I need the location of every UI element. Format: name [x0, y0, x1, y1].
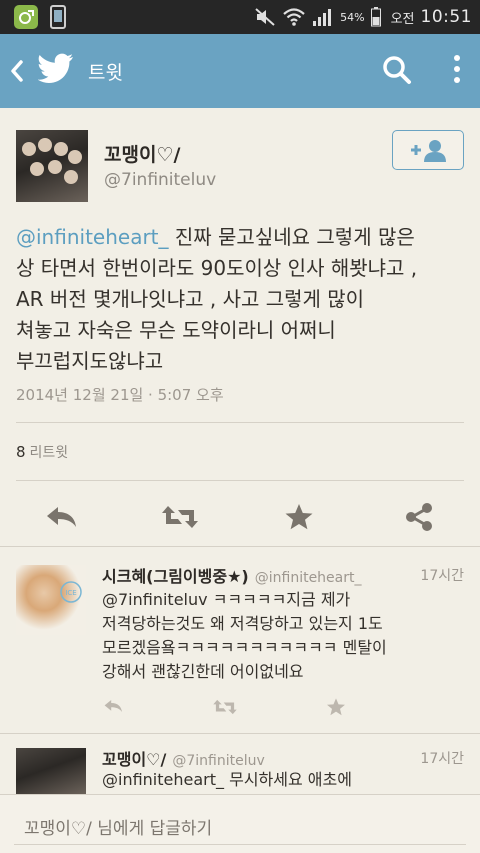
- reply-author-name[interactable]: 꼬맹이♡/: [102, 750, 166, 769]
- reply-icon[interactable]: [102, 697, 124, 715]
- retweet-icon[interactable]: [160, 502, 200, 532]
- avatar[interactable]: ICE: [16, 565, 86, 635]
- clock-ampm: 오전: [390, 11, 415, 27]
- reply-composer: 꼬맹이♡/ 님에게 답글하기: [0, 794, 480, 853]
- back-icon[interactable]: [8, 58, 26, 84]
- retweet-icon[interactable]: [212, 697, 238, 717]
- battery-unit: %: [354, 10, 365, 24]
- author-handle[interactable]: @7infiniteluv: [104, 170, 216, 190]
- reply-time: 17시간: [420, 568, 464, 584]
- favorite-star-icon[interactable]: [284, 502, 314, 532]
- reply-icon[interactable]: [44, 502, 78, 532]
- reply-author-name[interactable]: 시크혜(그림이벵중★): [102, 567, 249, 586]
- reply-input[interactable]: 꼬맹이♡/ 님에게 답글하기: [14, 805, 466, 845]
- sticker-icon: ICE: [60, 581, 82, 603]
- retweet-label: 리트윗: [29, 445, 69, 461]
- retweet-count[interactable]: 8 리트윗: [16, 442, 68, 462]
- reply-tweet[interactable]: ICE 시크혜(그림이벵중★) @infiniteheart_ 17시간 @7in…: [0, 547, 480, 733]
- signal-icon: [313, 9, 332, 26]
- overflow-menu-icon[interactable]: [446, 53, 468, 85]
- tweet-timestamp: 2014년 12월 21일 · 5:07 오후: [16, 386, 224, 404]
- page-title: 트윗: [88, 62, 123, 84]
- screenshot-notification-icon: [50, 5, 66, 29]
- twitter-bird-icon[interactable]: [38, 53, 74, 85]
- favorite-star-icon[interactable]: [326, 697, 346, 717]
- share-icon[interactable]: [404, 502, 434, 532]
- add-user-icon: [411, 140, 446, 162]
- reply-tweet[interactable]: 꼬맹이♡/ @7infiniteluv 17시간 @infiniteheart_ …: [0, 734, 480, 794]
- search-icon[interactable]: [382, 55, 412, 85]
- tweet-actions: [0, 492, 480, 546]
- clock-time: 10:51: [420, 7, 472, 27]
- tweet-text: @infiniteheart_ 진짜 묻고싶네요 그렇게 많은 상 타면서 한번…: [16, 225, 418, 373]
- reply-time: 17시간: [420, 751, 464, 767]
- reply-actions: [100, 697, 360, 721]
- avatar[interactable]: [16, 130, 88, 202]
- follow-button[interactable]: [392, 130, 464, 170]
- divider: [16, 480, 464, 481]
- mute-icon: [255, 8, 275, 26]
- reply-text: @infiniteheart_ 무시하세요 애초에: [102, 770, 352, 789]
- retweet-number: 8: [16, 443, 26, 461]
- svg-text:ICE: ICE: [65, 589, 76, 597]
- avatar[interactable]: [16, 748, 86, 794]
- reply-author-handle[interactable]: @infiniteheart_: [255, 570, 362, 586]
- divider: [16, 422, 464, 423]
- status-bar: 54% 오전 10:51: [0, 0, 480, 34]
- app-notification-icon: [14, 5, 38, 29]
- reply-text: @7infiniteluv ㅋㅋㅋㅋㅋ지금 제가 저격당하는것도 왜 저격당하고…: [102, 590, 387, 681]
- wifi-icon: [283, 8, 305, 26]
- battery-icon: [370, 7, 381, 27]
- reply-author-handle[interactable]: @7infiniteluv: [172, 753, 264, 769]
- author-name[interactable]: 꼬맹이♡/: [104, 140, 180, 167]
- mention-link[interactable]: @infiniteheart_: [16, 225, 169, 249]
- battery-level: 54: [340, 10, 355, 24]
- action-bar: 트윗: [0, 34, 480, 108]
